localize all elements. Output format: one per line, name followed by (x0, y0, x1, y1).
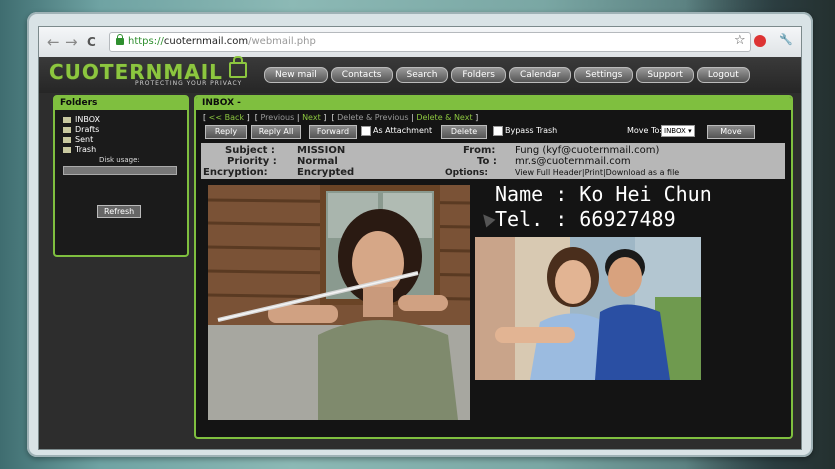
refresh-button[interactable]: Refresh (97, 205, 142, 218)
disk-usage-bar (63, 166, 177, 175)
address-bar[interactable]: https://cuoternmail.com/webmail.php (109, 32, 751, 52)
menu-logout[interactable]: Logout (696, 67, 750, 83)
folder-trash[interactable]: Trash (63, 145, 96, 154)
delete-previous-link[interactable]: Delete & Previous (337, 113, 408, 122)
attached-photo-couple (475, 237, 701, 380)
move-button[interactable]: Move (707, 125, 755, 139)
folder-label: INBOX (75, 115, 100, 124)
contact-name: Name : Ko Hei Chun (495, 182, 712, 206)
screen: ← → C https://cuoternmail.com/webmail.ph… (38, 26, 802, 450)
as-attachment-label: As Attachment (373, 126, 433, 135)
app-header: CUOTERNMAIL PROTECTING YOUR PRIVACY New … (39, 56, 801, 93)
logo-lock-icon (229, 56, 247, 78)
disk-usage-label: Disk usage: (99, 156, 140, 164)
message-toolbar: Reply Reply All Forward As Attachment De… (201, 125, 785, 139)
folders-panel: Folders INBOX Drafts Sent Trash Disk usa… (53, 95, 189, 257)
wrench-icon[interactable]: 🔧 (779, 33, 793, 46)
priority-value: Normal (297, 156, 338, 167)
url-path: /webmail.php (248, 36, 316, 47)
trash-icon (63, 146, 71, 153)
move-to-select[interactable]: INBOX ▾ (661, 125, 695, 137)
folder-icon (63, 116, 71, 123)
forward-button[interactable]: Forward (309, 125, 357, 139)
previous-link[interactable]: Previous (260, 113, 294, 122)
flute-player-image (208, 185, 470, 420)
extension-icon[interactable] (754, 35, 766, 47)
folder-inbox[interactable]: INBOX (63, 115, 100, 124)
folder-label: Drafts (75, 125, 100, 134)
app-tagline: PROTECTING YOUR PRIVACY (135, 80, 243, 87)
encryption-value: Encrypted (297, 167, 355, 178)
forward-arrow-icon[interactable]: → (65, 33, 78, 51)
message-nav-links: [ << Back ] [ Previous | Next ] [ Delete… (203, 113, 479, 122)
folder-label: Trash (75, 145, 97, 154)
from-label: From: (463, 145, 496, 156)
menu-search[interactable]: Search (395, 67, 449, 83)
menu-support[interactable]: Support (636, 67, 694, 83)
url-domain: cuoternmail.com (163, 36, 249, 47)
folder-icon (63, 126, 71, 133)
from-value: Fung (kyf@cuoternmail.com) (515, 145, 660, 156)
back-arrow-icon[interactable]: ← (47, 33, 60, 51)
encryption-label: Encryption: (203, 167, 268, 178)
next-link[interactable]: Next (302, 113, 321, 122)
bypass-trash-label: Bypass Trash (505, 126, 558, 135)
star-icon[interactable]: ☆ (734, 33, 746, 48)
contact-phone: Tel. : 66927489 (495, 207, 676, 231)
back-link[interactable]: << Back (209, 113, 244, 122)
menu-settings[interactable]: Settings (574, 67, 634, 83)
url-scheme: https:// (128, 36, 164, 47)
reply-button[interactable]: Reply (205, 125, 247, 139)
menu-calendar[interactable]: Calendar (508, 67, 572, 83)
move-to-label: Move To: (627, 126, 663, 135)
subject-label: Subject : (225, 145, 275, 156)
message-panel: INBOX - [ << Back ] [ Previous | Next ] … (194, 95, 793, 439)
delete-next-link[interactable]: Delete & Next (416, 113, 472, 122)
mouse-cursor-icon (478, 210, 496, 228)
message-header-box: Subject : MISSION Priority : Normal Encr… (201, 143, 785, 179)
reload-icon[interactable]: C (87, 35, 96, 49)
priority-label: Priority : (227, 156, 277, 167)
folder-label: Sent (75, 135, 94, 144)
menu-folders[interactable]: Folders (451, 67, 506, 83)
inbox-title: INBOX - (196, 97, 791, 110)
move-to-value: INBOX (664, 127, 686, 135)
delete-button[interactable]: Delete (441, 125, 487, 139)
subject-value: MISSION (297, 145, 346, 156)
envelope-icon (63, 136, 71, 143)
folder-sent[interactable]: Sent (63, 135, 93, 144)
bypass-trash-checkbox[interactable] (493, 126, 503, 136)
menu-new-mail[interactable]: New mail (264, 67, 328, 83)
reply-all-button[interactable]: Reply All (251, 125, 301, 139)
couple-image (475, 237, 701, 380)
attached-photo-flute (208, 185, 470, 420)
options-label: Options: (445, 168, 489, 178)
to-value: mr.s@cuoternmail.com (515, 156, 631, 167)
folders-title: Folders (55, 97, 187, 110)
main-menu: New mail Contacts Search Folders Calenda… (264, 67, 750, 83)
lock-icon (116, 33, 124, 45)
as-attachment-checkbox[interactable] (361, 126, 371, 136)
menu-contacts[interactable]: Contacts (330, 67, 393, 83)
options-links[interactable]: View Full Header|Print|Download as a fil… (515, 168, 679, 177)
browser-toolbar: ← → C https://cuoternmail.com/webmail.ph… (39, 27, 801, 58)
to-label: To : (477, 156, 497, 167)
folder-drafts[interactable]: Drafts (63, 125, 99, 134)
